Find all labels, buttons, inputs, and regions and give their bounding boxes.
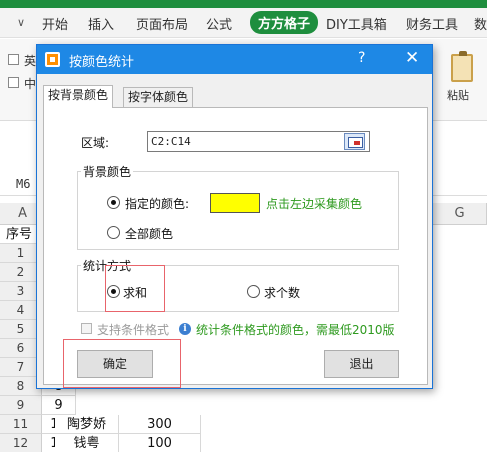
specified-color-label: 指定的颜色: <box>125 197 190 211</box>
sum-highlight-box <box>105 265 165 312</box>
menu-more[interactable]: 数 <box>474 14 487 33</box>
row-number[interactable]: 12 <box>0 434 42 452</box>
menu-home[interactable]: 开始 <box>42 14 68 33</box>
cell-name[interactable]: 陶梦娇 <box>55 415 119 434</box>
menu-page-layout[interactable]: 页面布局 <box>136 14 188 33</box>
menu-finance-tools[interactable]: 财务工具 <box>406 14 458 33</box>
cond-format-hint: 统计条件格式的颜色，需最低2010版 <box>196 323 395 337</box>
tab-background-color[interactable]: 按背景颜色 <box>43 85 114 108</box>
all-colors-label: 全部颜色 <box>125 227 174 241</box>
col-header-g[interactable]: G <box>433 203 487 225</box>
close-icon[interactable]: ✕ <box>405 48 419 68</box>
ribbon-checkbox[interactable] <box>8 77 19 88</box>
app-logo-icon <box>45 52 60 67</box>
ribbon-label-paste: 粘贴 <box>447 89 469 102</box>
range-label: 区域: <box>81 136 110 150</box>
chevron-down-icon[interactable]: ∨ <box>17 16 25 29</box>
menu-fangfang[interactable]: 方方格子 <box>250 11 319 34</box>
help-button[interactable]: ? <box>358 50 365 66</box>
dialog-title: 按颜色统计 <box>69 55 135 70</box>
cell-name[interactable]: 钱粤 <box>55 434 119 452</box>
menu-formulas[interactable]: 公式 <box>206 14 232 33</box>
color-stat-dialog: 按颜色统计 ? ✕ 按背景颜色 按字体颜色 区域: C2:C14 背景颜色 指定… <box>36 44 433 389</box>
ribbon-checkbox[interactable] <box>8 54 19 65</box>
tab-font-color[interactable]: 按字体颜色 <box>123 87 194 108</box>
ribbon-label-cn: 中 <box>24 77 37 91</box>
name-box[interactable]: M6 <box>16 177 30 191</box>
menu-diy-toolbox[interactable]: DIY工具箱 <box>326 14 387 33</box>
cell-amount[interactable]: 100 <box>119 434 201 452</box>
count-radio[interactable] <box>247 285 260 298</box>
menu-bar: ∨ 开始 插入 页面布局 公式 方方格子 DIY工具箱 财务工具 数 <box>0 8 487 38</box>
cond-format-label: 支持条件格式 <box>97 323 170 337</box>
specified-color-radio[interactable] <box>107 196 120 209</box>
row-number[interactable]: 9 <box>0 396 42 415</box>
ok-highlight-box <box>63 339 181 388</box>
range-input[interactable]: C2:C14 <box>147 131 370 152</box>
bg-group-caption: 背景颜色 <box>81 163 134 180</box>
info-icon: i <box>179 323 191 335</box>
dialog-titlebar[interactable]: 按颜色统计 ? ✕ <box>37 45 432 74</box>
cond-format-checkbox[interactable] <box>81 323 92 334</box>
exit-button[interactable]: 退出 <box>324 350 399 378</box>
cell-seq[interactable]: 9 <box>42 396 76 415</box>
row-number[interactable]: 11 <box>0 415 42 434</box>
range-select-icon[interactable] <box>344 133 365 150</box>
pick-color-hint: 点击左边采集颜色 <box>266 197 363 211</box>
ribbon-label-en: 英 <box>24 54 37 68</box>
paste-icon[interactable] <box>451 51 473 82</box>
cell-amount[interactable]: 300 <box>119 415 201 434</box>
all-colors-radio[interactable] <box>107 226 120 239</box>
menu-insert[interactable]: 插入 <box>88 14 114 33</box>
app-top-strip <box>0 0 487 8</box>
count-label: 求个数 <box>264 286 301 300</box>
color-swatch[interactable] <box>210 193 260 213</box>
